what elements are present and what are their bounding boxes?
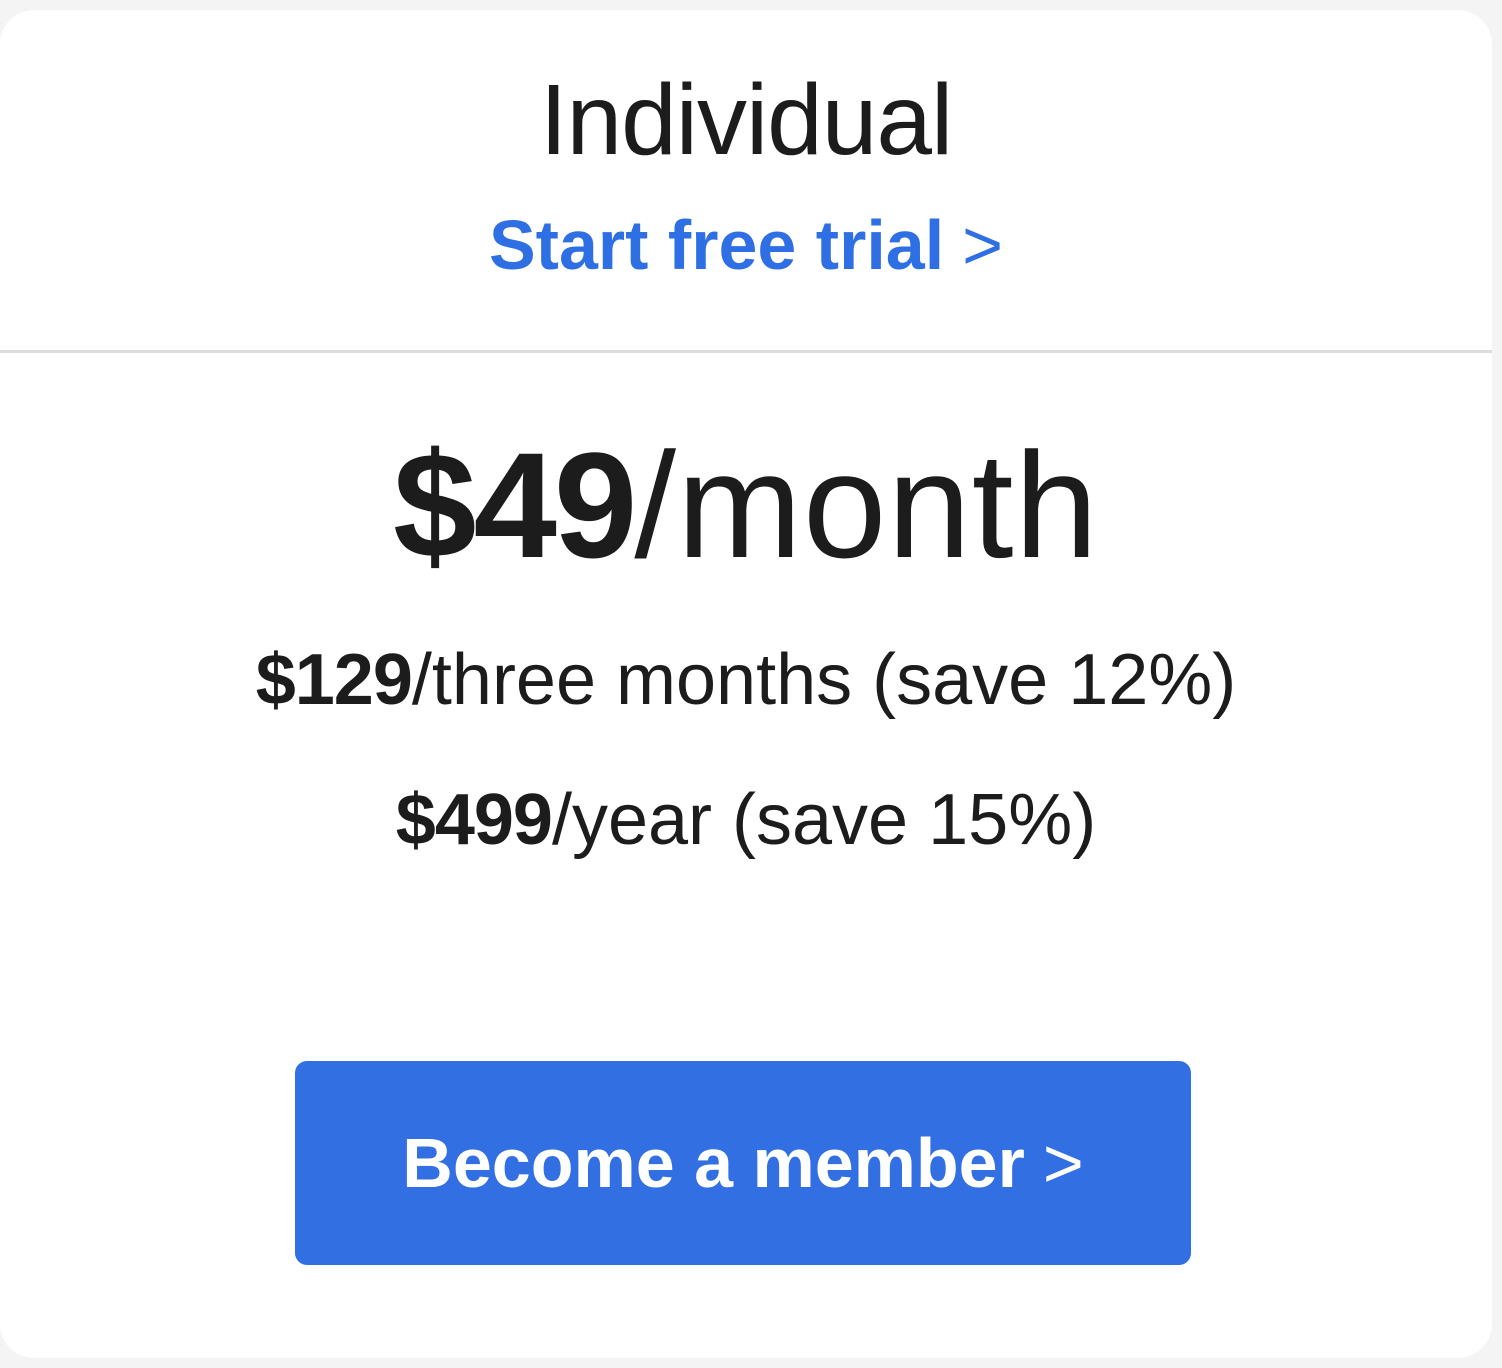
quarterly-price: $129/three months (save 12%) — [0, 640, 1492, 720]
chevron-right-icon: > — [962, 206, 1004, 284]
quarterly-price-period: /three months (save 12%) — [411, 640, 1237, 720]
yearly-price-period: /year (save 15%) — [551, 780, 1097, 860]
monthly-price-period: /month — [634, 421, 1099, 589]
monthly-price-amount: $49 — [393, 421, 637, 589]
yearly-price-amount: $499 — [395, 780, 553, 860]
start-free-trial-link[interactable]: Start free trial > — [0, 205, 1492, 285]
chevron-right-icon: > — [1042, 1124, 1084, 1202]
quarterly-price-amount: $129 — [255, 640, 413, 720]
yearly-price: $499/year (save 15%) — [0, 780, 1492, 860]
plan-title: Individual — [539, 64, 954, 176]
start-free-trial-label: Start free trial — [488, 206, 945, 284]
pricing-card: Individual Start free trial > $49/month $… — [0, 10, 1492, 1358]
become-a-member-label: Become a member — [402, 1124, 1025, 1202]
become-a-member-button[interactable]: Become a member > — [295, 1061, 1191, 1265]
card-header: Individual Start free trial > — [0, 10, 1492, 353]
monthly-price: $49/month — [0, 425, 1492, 585]
